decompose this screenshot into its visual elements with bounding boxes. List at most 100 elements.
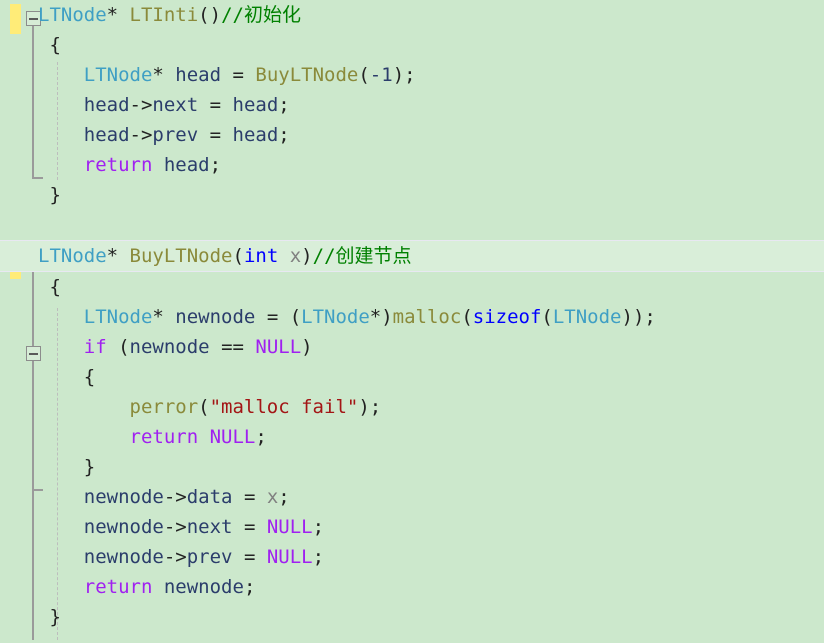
token-comment: //初始化 [221,4,301,26]
token-var: head [232,94,279,116]
token-param: x [266,486,279,508]
token-ctrl: return [83,576,153,598]
code-line[interactable]: perror("malloc fail"); [0,392,824,422]
token-punct: = ( [255,306,302,328]
token-punct: * [106,245,130,267]
token-type: LTNode [38,245,107,267]
token-punct: = [232,486,267,508]
token-punct: ; [278,486,290,508]
token-punct: * [152,306,176,328]
token-punct: ; [278,124,290,146]
token-type: LTNode [83,306,153,328]
code-line[interactable] [0,210,824,240]
token-kw: sizeof [472,306,542,328]
code-line[interactable]: LTNode* LTInti()//初始化 [0,0,824,30]
token-punct: ( [541,306,553,328]
token-var: data [186,486,233,508]
token-punct [38,64,84,86]
token-punct: ; [243,576,256,598]
code-line[interactable]: LTNode* head = BuyLTNode(-1); [0,60,824,90]
token-punct: = [221,64,256,86]
token-punct [38,516,84,538]
code-editor[interactable]: LTNode* LTInti()//初始化 { LTNode* head = B… [0,0,824,643]
token-var: newnode [175,306,256,328]
token-punct: == [209,336,256,358]
code-line[interactable]: { [0,362,824,392]
code-line[interactable]: { [0,272,824,302]
token-fn: malloc [392,306,462,328]
token-punct: ( [461,306,473,328]
code-line[interactable]: } [0,602,824,632]
code-line[interactable]: { [0,30,824,60]
token-var: prev [186,546,233,568]
token-comment: //创建节点 [312,245,412,267]
token-fn: LTInti [129,4,199,26]
code-line[interactable]: newnode->prev = NULL; [0,542,824,572]
token-punct: { [38,34,61,56]
code-line[interactable]: newnode->next = NULL; [0,512,824,542]
token-punct: ( [198,396,210,418]
token-punct: ( [232,245,244,267]
token-num: -1 [369,64,393,86]
token-fn: BuyLTNode [129,245,233,267]
token-punct: } [38,606,61,628]
token-type: LTNode [552,306,622,328]
code-line[interactable]: newnode->data = x; [0,482,824,512]
token-punct [38,486,84,508]
token-var: head [83,124,130,146]
token-var: head [232,124,279,146]
token-param: x [289,245,302,267]
token-punct [152,154,163,176]
token-var: newnode [83,516,164,538]
token-ctrl: return [129,426,199,448]
token-punct: * [106,4,130,26]
token-fn: BuyLTNode [255,64,359,86]
token-punct: ); [358,396,382,418]
token-punct [152,576,163,598]
token-fn: perror [129,396,199,418]
token-punct: -> [163,486,187,508]
code-lines[interactable]: LTNode* LTInti()//初始化 { LTNode* head = B… [0,0,824,632]
token-var: newnode [129,336,210,358]
token-punct: ( [358,64,370,86]
token-punct: ; [312,546,325,568]
token-punct [38,336,84,358]
token-punct: = [232,546,267,568]
token-punct [38,94,84,116]
token-punct: )); [621,306,656,328]
token-punct: ) [301,245,313,267]
code-line[interactable]: return head; [0,150,824,180]
token-punct: ; [209,154,222,176]
code-line[interactable]: head->next = head; [0,90,824,120]
code-line[interactable]: head->prev = head; [0,120,824,150]
token-var: newnode [83,486,164,508]
code-line[interactable]: } [0,180,824,210]
token-punct: ); [392,64,416,86]
code-line[interactable]: return newnode; [0,572,824,602]
token-type: LTNode [301,306,370,328]
token-punct: *) [369,306,393,328]
token-ctrl: return [83,154,153,176]
code-line[interactable]: return NULL; [0,422,824,452]
token-var: head [163,154,210,176]
token-type: LTNode [38,4,107,26]
token-punct: = [198,124,233,146]
token-var: newnode [163,576,244,598]
code-line[interactable]: LTNode* BuyLTNode(int x)//创建节点 [0,240,824,272]
token-punct [38,154,84,176]
token-punct: -> [163,516,187,538]
token-ctrl: NULL [209,426,256,448]
token-punct [38,124,84,146]
code-line[interactable]: if (newnode == NULL) [0,332,824,362]
token-var: head [83,94,130,116]
token-type: LTNode [83,64,153,86]
token-punct: -> [129,124,153,146]
token-var: next [186,516,233,538]
token-punct: ( [106,336,130,358]
code-line[interactable]: } [0,452,824,482]
token-str: "malloc fail" [209,396,359,418]
token-var: newnode [83,546,164,568]
token-punct: = [198,94,233,116]
code-line[interactable]: LTNode* newnode = (LTNode*)malloc(sizeof… [0,302,824,332]
token-ctrl: if [83,336,107,358]
